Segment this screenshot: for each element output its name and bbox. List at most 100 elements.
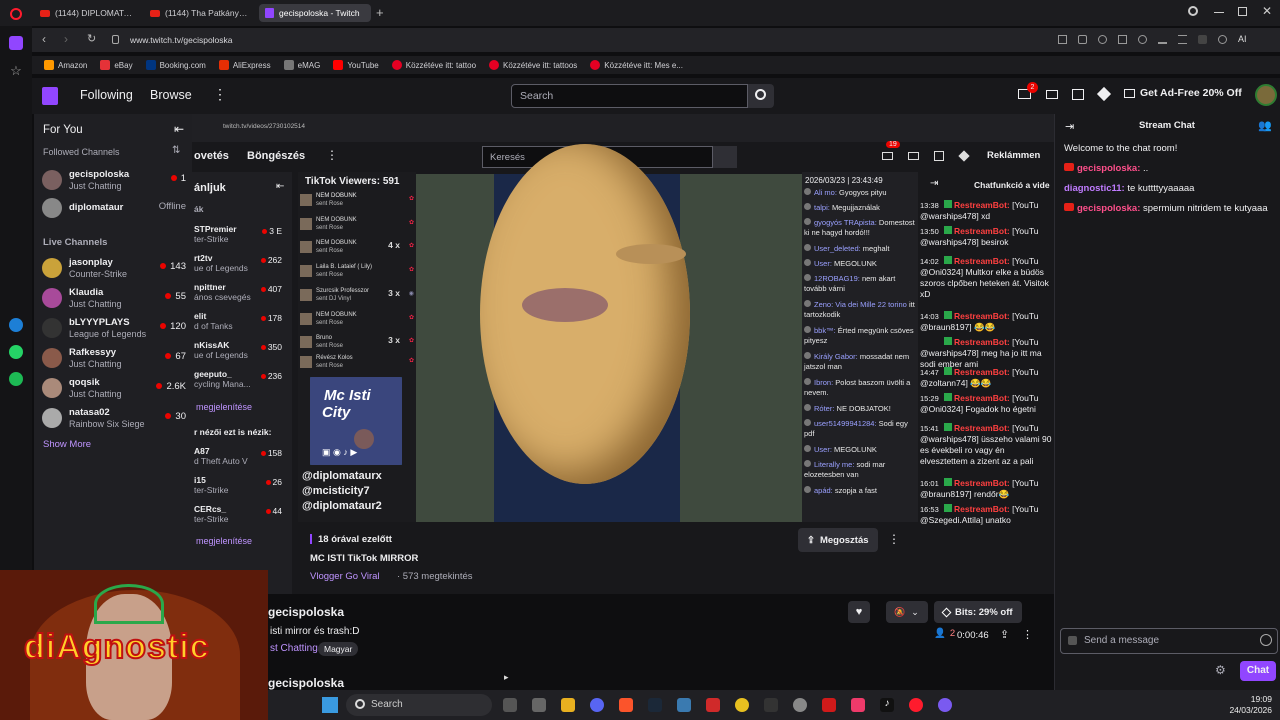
clock-time[interactable]: 19:09 — [1232, 694, 1272, 704]
winrar-icon[interactable] — [822, 698, 836, 712]
camera-icon[interactable] — [1078, 34, 1087, 44]
chat-input[interactable]: Send a message — [1060, 628, 1278, 654]
live-channel[interactable]: Klaudia Just Chatting 55 — [42, 285, 190, 311]
norton-icon[interactable] — [735, 698, 749, 712]
widgets-icon[interactable] — [532, 698, 546, 712]
bits-button[interactable]: Bits: 29% off — [934, 601, 1022, 623]
stream-category[interactable]: st Chatting — [270, 643, 318, 654]
more-icon[interactable]: ⋮ — [1022, 628, 1033, 641]
photos-icon[interactable] — [677, 698, 691, 712]
task-view-icon[interactable] — [503, 698, 517, 712]
download-icon[interactable] — [1158, 35, 1167, 44]
bookmark-ebay[interactable]: eBay — [100, 60, 133, 70]
follow-heart-button[interactable]: ♥ — [848, 601, 870, 623]
share-icon[interactable]: ⇪ — [1000, 628, 1009, 641]
stream-channel-name[interactable]: gecispoloska — [268, 605, 344, 619]
followed-channel[interactable]: diplomataur Offline — [42, 195, 190, 221]
settings-icon[interactable]: ⚙ — [1215, 663, 1226, 677]
twitch-logo-icon[interactable] — [42, 87, 58, 105]
shield-icon[interactable] — [1098, 34, 1107, 44]
notification-button[interactable]: 🔕 ⌄ — [886, 601, 928, 623]
clock-date[interactable]: 24/03/2026 — [1212, 705, 1272, 715]
live-channel[interactable]: natasa02 Rainbow Six Siege 30 — [42, 405, 190, 431]
tiktok-icon[interactable]: ♪ — [880, 698, 894, 712]
wallet-icon[interactable] — [1198, 34, 1207, 44]
nav-following[interactable]: Following — [80, 88, 133, 102]
discord-icon[interactable] — [590, 698, 604, 712]
sort-icon[interactable]: ⇅ — [172, 145, 180, 156]
show-more-link[interactable]: Show More — [43, 439, 91, 450]
gift-icon[interactable] — [1068, 636, 1077, 645]
menu-icon[interactable] — [1178, 34, 1187, 44]
edit-icon[interactable] — [1058, 34, 1067, 44]
browser-tab-active[interactable]: gecispoloska - Twitch — [259, 4, 371, 22]
browser-tab[interactable]: (1144) Tha Patkányz - Gor — [144, 4, 256, 22]
tiktok-studio-icon[interactable] — [851, 698, 865, 712]
users-icon[interactable]: 👥 — [1258, 119, 1272, 132]
live-channel[interactable]: bLYYYPLAYS League of Legends 120 — [42, 315, 190, 341]
star-icon[interactable]: ☆ — [9, 64, 23, 78]
live-channel[interactable]: qoqsik Just Chatting 2.6K — [42, 375, 190, 401]
taskbar-search[interactable]: Search — [346, 694, 492, 716]
ad-free-button[interactable]: Get Ad-Free 20% Off — [1124, 87, 1242, 99]
collapse-chat-icon[interactable]: ⇥ — [1065, 120, 1074, 133]
message-user[interactable]: gecispoloska: — [1077, 203, 1140, 214]
windows-start-icon[interactable] — [322, 697, 338, 713]
bookmark-pinterest[interactable]: Közzétéve itt: Mes e... — [590, 60, 683, 70]
spotify-icon[interactable] — [9, 372, 23, 386]
bookmark-emag[interactable]: eMAG — [283, 60, 320, 70]
share-button: ⇪ Megosztás — [798, 528, 878, 552]
bookmark-youtube[interactable]: YouTube — [333, 60, 379, 70]
steam-icon[interactable] — [648, 698, 662, 712]
search-input[interactable]: Search — [511, 84, 748, 108]
app-icon[interactable] — [706, 698, 720, 712]
live-channel[interactable]: Rafkessyy Just Chatting 67 — [42, 345, 190, 371]
bookmark-pinterest[interactable]: Közzétéve itt: tattoos — [489, 60, 577, 70]
url-field[interactable]: www.twitch.tv/gecispoloska — [130, 35, 233, 45]
stream-tag[interactable]: Magyar — [318, 642, 359, 656]
opera-icon[interactable] — [909, 698, 923, 712]
stream-video[interactable]: twitch.tv/videos/2730102514 ovetés Böngé… — [192, 114, 1054, 594]
collapse-icon[interactable]: ⇤ — [174, 122, 184, 136]
ai-icon[interactable]: AI — [1238, 34, 1247, 44]
maximize-icon[interactable] — [1238, 7, 1247, 16]
avatar[interactable] — [1255, 84, 1277, 106]
home-icon[interactable] — [9, 36, 23, 50]
play-icon[interactable] — [1118, 34, 1127, 44]
message-user[interactable]: gecispoloska: — [1077, 163, 1140, 174]
search-tabs-icon[interactable] — [1188, 6, 1198, 16]
obs-icon[interactable] — [938, 698, 952, 712]
opera-logo-icon[interactable] — [10, 8, 22, 20]
followed-channel[interactable]: gecispoloska Just Chatting 1 — [42, 167, 190, 193]
search-button[interactable] — [748, 84, 774, 108]
brave-icon[interactable] — [619, 698, 633, 712]
bookmark-pinterest[interactable]: Közzétéve itt: tattoo — [391, 60, 476, 70]
heart-icon[interactable] — [1138, 34, 1147, 44]
reload-icon[interactable]: ↻ — [87, 32, 96, 45]
app-icon[interactable] — [764, 698, 778, 712]
close-icon[interactable]: ✕ — [1262, 4, 1272, 18]
bits-icon[interactable] — [1096, 86, 1112, 102]
back-icon[interactable]: ‹ — [42, 32, 46, 46]
message-user[interactable]: diagnostic11: — [1064, 183, 1125, 194]
file-explorer-icon[interactable] — [561, 698, 575, 712]
whatsapp-icon[interactable] — [9, 345, 23, 359]
emote-icon[interactable] — [1260, 634, 1272, 646]
bookmark-booking[interactable]: Booking.com — [145, 60, 206, 70]
more-icon[interactable]: ⋮ — [213, 86, 227, 103]
whispers-icon[interactable] — [1072, 89, 1084, 100]
chat-send-button[interactable]: Chat — [1240, 661, 1276, 681]
mail-icon[interactable] — [1046, 90, 1058, 99]
minimize-icon[interactable] — [1214, 12, 1224, 13]
messenger-icon[interactable] — [9, 318, 23, 332]
new-tab-button[interactable]: + — [376, 5, 384, 20]
bookmark-aliexpress[interactable]: AliExpress — [218, 60, 271, 70]
settings-icon[interactable] — [793, 698, 807, 712]
forward-icon[interactable]: › — [64, 32, 68, 46]
nav-browse[interactable]: Browse — [150, 88, 192, 102]
bookmark-amazon[interactable]: Amazon — [44, 60, 87, 70]
browser-tab[interactable]: (1144) DIPLOMATA ÚR - Y — [34, 4, 142, 22]
live-channel[interactable]: jasonplay Counter-Strike 143 — [42, 255, 190, 281]
extensions-icon[interactable] — [1218, 34, 1227, 44]
rose-icon: ✿ — [408, 267, 414, 273]
